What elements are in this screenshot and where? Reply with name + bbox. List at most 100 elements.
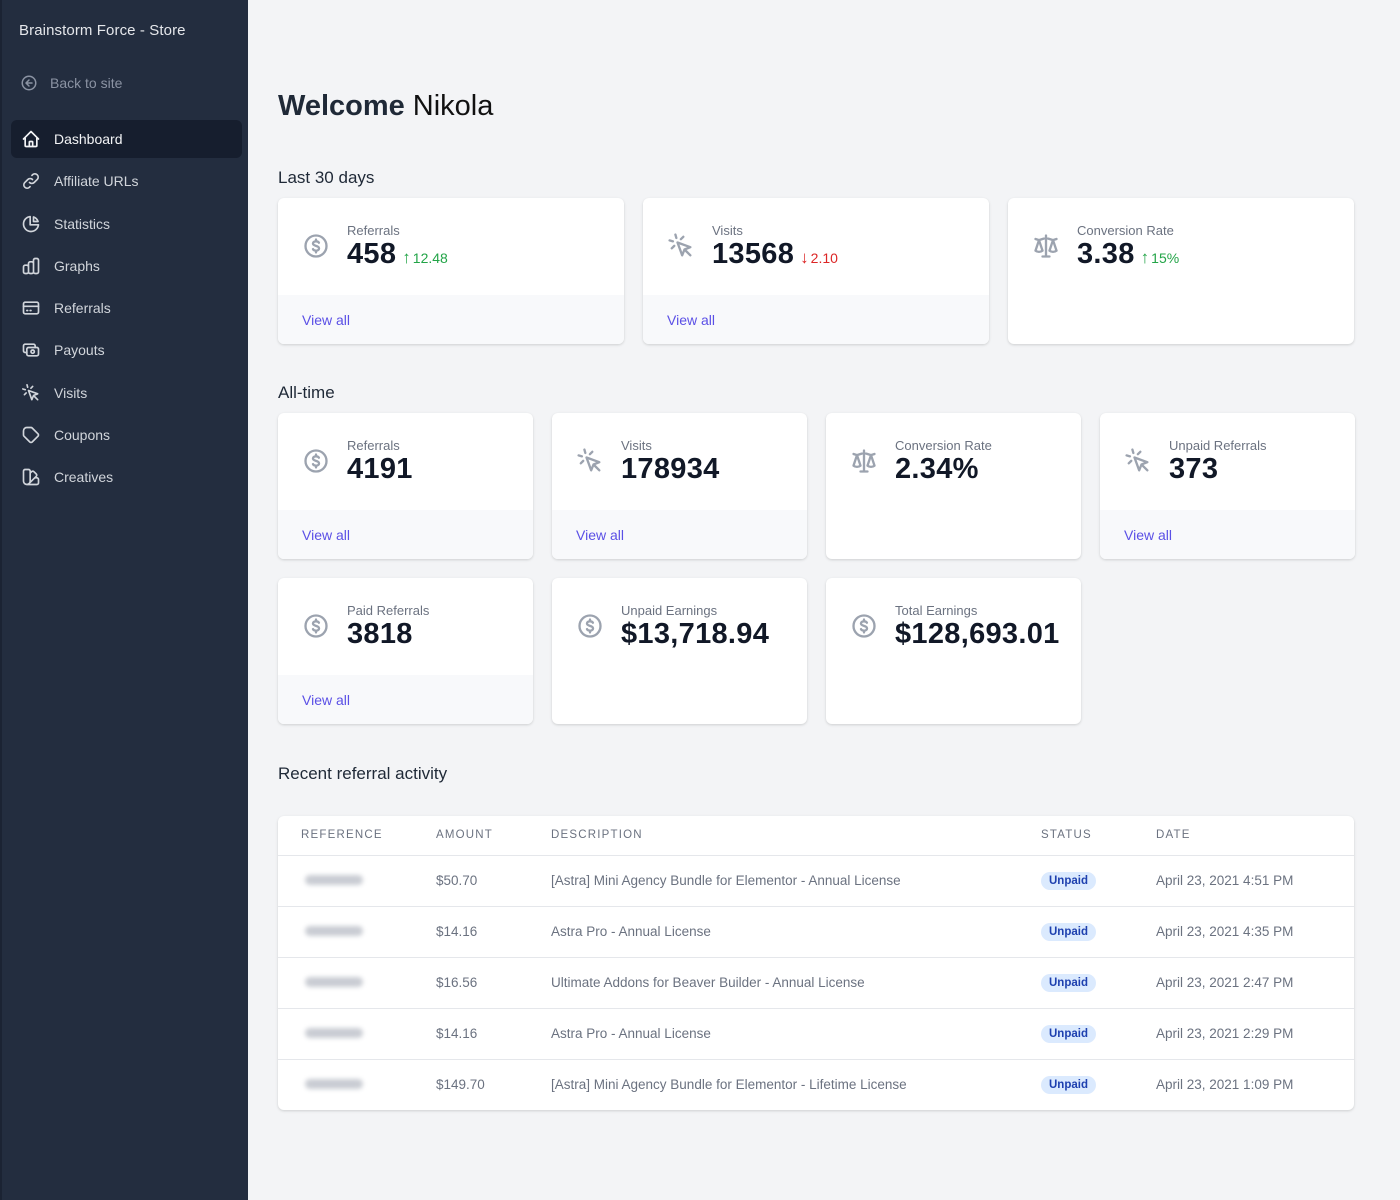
stat-delta: ↑ 15% [1141,248,1180,268]
stat-card-conversion-rate: Conversion Rate 3.38 ↑ 15% [1008,198,1354,344]
stat-card-body: Conversion Rate 2.34% [826,413,1081,510]
cell-description: Ultimate Addons for Beaver Builder - Ann… [551,957,1041,1009]
stat-delta-value: 15% [1151,250,1180,266]
sidebar-item-referrals[interactable]: Referrals [11,289,242,327]
stat-card-body: Visits 178934 [552,413,807,510]
stat-value: 2.34% [895,453,979,485]
cell-status: Unpaid [1041,906,1156,958]
cell-reference [278,906,436,958]
stat-value: 3.38 [1077,238,1135,270]
column-header-amount: AMOUNT [436,816,551,856]
cell-status: Unpaid [1041,1008,1156,1060]
reference-redacted [305,926,363,936]
stat-card-body: Total Earnings $128,693.01 [826,578,1081,675]
stat-delta-value: 2.10 [810,250,838,266]
sidebar-item-visits[interactable]: Visits [11,374,242,412]
cell-amount: $16.56 [436,957,551,1009]
stat-card-paid-referrals: Paid Referrals 3818 View all [278,578,533,724]
stat-card-total-earnings: Total Earnings $128,693.01 [826,578,1081,724]
stat-value: 4191 [347,453,413,485]
table-row[interactable]: $16.56 Ultimate Addons for Beaver Builder… [278,957,1354,1009]
cell-amount: $14.16 [436,906,551,958]
stat-delta: ↑ 12.48 [402,248,448,268]
sidebar-item-coupons[interactable]: Coupons [11,416,242,454]
column-header-reference: REFERENCE [278,816,436,856]
stat-card-footer: View all [278,510,533,559]
status-badge: Unpaid [1041,871,1096,890]
stat-value: 373 [1169,453,1219,485]
sidebar-item-statistics[interactable]: Statistics [11,205,242,243]
stat-value-row: 373 [1169,453,1218,486]
reference-redacted [305,875,363,885]
table-row[interactable]: $50.70 [Astra] Mini Agency Bundle for Ele… [278,855,1354,907]
stat-label: Conversion Rate [895,438,992,453]
reference-redacted [305,977,363,987]
cell-amount: $50.70 [436,855,551,907]
sidebar-item-dashboard[interactable]: Dashboard [11,120,242,158]
sidebar-item-label: Referrals [54,300,111,317]
cell-description: [Astra] Mini Agency Bundle for Elementor… [551,855,1041,907]
stat-value: $13,718.94 [621,618,770,650]
status-badge: Unpaid [1041,1024,1096,1043]
column-header-description: DESCRIPTION [551,816,1041,856]
status-badge: Unpaid [1041,1075,1096,1094]
view-all-link[interactable]: View all [576,527,624,543]
view-all-link[interactable]: View all [302,527,350,543]
arrow-circle-left-icon [21,75,37,91]
stat-label: Unpaid Earnings [621,603,718,618]
sidebar-item-payouts[interactable]: Payouts [11,331,242,369]
sidebar-item-affiliate-urls[interactable]: Affiliate URLs [11,162,242,200]
stat-value: $128,693.01 [895,618,1060,650]
view-all-link[interactable]: View all [1124,527,1172,543]
stat-label: Unpaid Referrals [1169,438,1267,453]
stat-value-row: 458 ↑ 12.48 [347,238,448,271]
cell-amount: $149.70 [436,1077,485,1093]
view-all-link[interactable]: View all [302,692,350,708]
stat-value-row: 4191 [347,453,413,486]
cell-reference [278,855,436,907]
sidebar-item-graphs[interactable]: Graphs [11,247,242,285]
stat-label: Total Earnings [895,603,978,618]
cursor-click-icon [576,447,604,475]
stat-card-conversion-rate: Conversion Rate 2.34% [826,413,1081,559]
back-to-site-link[interactable]: Back to site [20,74,122,92]
cell-description: Astra Pro - Annual License [551,1008,1041,1060]
table-row[interactable]: $14.16 Astra Pro - Annual License Unpaid Ap… [278,906,1354,958]
stat-label: Paid Referrals [347,603,430,618]
stat-value: 3818 [347,618,413,650]
stat-card-footer: View all [552,510,807,559]
table-header-row: REFERENCE AMOUNT DESCRIPTION STATUS DATE [278,816,1354,856]
stat-card-body: Visits 13568 ↓ 2.10 [643,198,989,295]
tag-icon [21,425,41,445]
cell-reference [278,1008,436,1060]
sidebar-item-label: Payouts [54,342,105,359]
sidebar-item-creatives[interactable]: Creatives [11,458,242,496]
section-title-last-30-days: Last 30 days [278,168,375,187]
stat-value-row: 13568 ↓ 2.10 [712,238,838,271]
view-all-link[interactable]: View all [302,312,350,328]
table-row[interactable]: $149.70 [Astra] Mini Agency Bundle for El… [278,1059,1354,1110]
home-icon [21,129,41,149]
link-icon [21,171,41,191]
stat-card-body: Referrals 4191 [278,413,533,510]
stat-card-visits: Visits 13568 ↓ 2.10 View all [643,198,989,344]
cell-reference [278,957,436,1009]
sidebar-item-label: Dashboard [54,131,123,147]
stat-value-row: 2.34% [895,453,979,486]
cell-date: April 23, 2021 2:47 PM [1156,957,1354,1009]
cash-icon [21,340,41,360]
stat-value: 13568 [712,238,795,270]
arrow-down-icon: ↓ [800,248,809,267]
credit-card-icon [21,298,41,318]
currency-dollar-icon [302,447,330,475]
page-title: Welcome Nikola [278,90,493,123]
stat-value: 178934 [621,453,720,485]
view-all-link[interactable]: View all [667,312,715,328]
stat-label: Conversion Rate [1077,223,1174,238]
cell-date: April 23, 2021 4:51 PM [1156,855,1354,907]
reference-redacted [305,1079,363,1090]
table-row[interactable]: $14.16 Astra Pro - Annual License Unpaid Ap… [278,1008,1354,1060]
stat-card-body: Paid Referrals 3818 [278,578,533,675]
cursor-click-icon [667,232,695,260]
sidebar-nav: Dashboard Affiliate URLs Statistics Grap… [11,120,242,501]
